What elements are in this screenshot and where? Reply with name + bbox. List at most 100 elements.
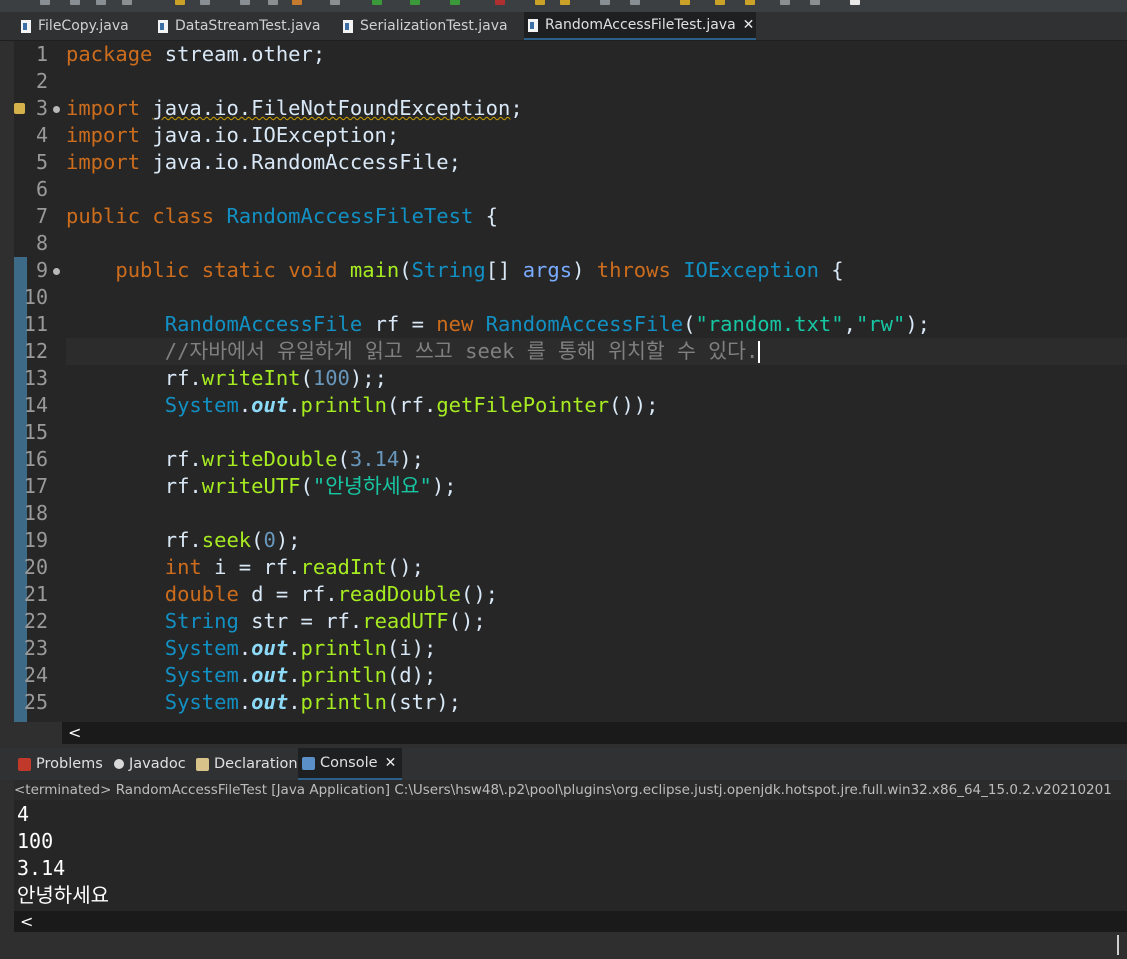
status-divider bbox=[1117, 935, 1119, 955]
java-file-icon bbox=[343, 19, 353, 33]
tab-console[interactable]: Console ✕ bbox=[298, 748, 402, 780]
toolbar-icon[interactable] bbox=[780, 0, 790, 5]
line-number: 6 bbox=[35, 177, 48, 201]
toolbar-icon[interactable] bbox=[850, 0, 860, 5]
line-number: 18 bbox=[23, 501, 48, 525]
fold-toggle-icon[interactable] bbox=[53, 268, 60, 275]
toolbar-icon[interactable] bbox=[70, 0, 80, 5]
code-editor[interactable]: 1 2 3 4 5 6 7 8 9 10 11 12 13 14 15 16 1… bbox=[0, 41, 1127, 722]
tab-serializationtest[interactable]: SerializationTest.java bbox=[339, 12, 508, 40]
toolbar-icon[interactable] bbox=[810, 0, 820, 5]
tab-filecopy[interactable]: FileCopy.java bbox=[17, 12, 129, 40]
tab-label: Javadoc bbox=[129, 756, 186, 772]
line-number: 8 bbox=[35, 231, 48, 255]
toolbar-icon[interactable] bbox=[535, 0, 545, 5]
scroll-left-arrow-icon[interactable]: < bbox=[20, 912, 33, 931]
code-line: System.out.println(i); bbox=[164, 636, 437, 660]
code-line: rf.writeDouble(3.14); bbox=[66, 447, 424, 471]
code-line: package stream.other; bbox=[66, 42, 326, 66]
toolbar-icon[interactable] bbox=[122, 0, 132, 5]
console-icon bbox=[302, 756, 315, 770]
fold-toggle-icon[interactable] bbox=[53, 106, 60, 113]
main-toolbar bbox=[0, 0, 1127, 12]
line-number: 20 bbox=[23, 555, 48, 579]
tab-randomaccessfiletest[interactable]: RandomAccessFileTest.java ✕ bbox=[524, 12, 756, 40]
toolbar-icon[interactable] bbox=[745, 0, 755, 5]
toolbar-icon[interactable] bbox=[495, 0, 505, 5]
toolbar-icon[interactable] bbox=[372, 0, 382, 5]
toolbar-icon[interactable] bbox=[410, 0, 420, 5]
toolbar-icon[interactable] bbox=[96, 0, 106, 5]
code-line: RandomAccessFile rf = new RandomAccessFi… bbox=[164, 312, 931, 336]
editor-tab-bar: FileCopy.java DataStreamTest.java Serial… bbox=[0, 12, 1127, 41]
code-line: System.out.println(rf.getFilePointer()); bbox=[164, 393, 659, 417]
toolbar-icon[interactable] bbox=[240, 0, 250, 5]
toolbar-icon[interactable] bbox=[175, 0, 185, 5]
line-number: 2 bbox=[35, 69, 48, 93]
code-line: import java.io.FileNotFoundException; bbox=[66, 96, 523, 120]
tab-datastreamtest[interactable]: DataStreamTest.java bbox=[154, 12, 320, 40]
line-number: 22 bbox=[23, 609, 48, 633]
line-number: 13 bbox=[23, 366, 48, 390]
tab-label: FileCopy.java bbox=[38, 18, 129, 34]
toolbar-icon[interactable] bbox=[560, 0, 570, 5]
tab-label: SerializationTest.java bbox=[360, 18, 508, 34]
tab-label: Problems bbox=[36, 756, 103, 772]
line-number: 7 bbox=[35, 204, 48, 228]
line-number: 12 bbox=[23, 339, 48, 363]
tab-problems[interactable]: Problems bbox=[18, 748, 103, 780]
code-line: public static void main(String[] args) t… bbox=[115, 258, 844, 282]
code-line: double d = rf.readDouble(); bbox=[164, 582, 499, 606]
code-line: import java.io.IOException; bbox=[66, 123, 400, 147]
toolbar-icon[interactable] bbox=[715, 0, 725, 5]
java-file-icon bbox=[21, 19, 31, 33]
toolbar-icon[interactable] bbox=[292, 0, 302, 5]
line-number: 17 bbox=[23, 474, 48, 498]
toolbar-icon[interactable] bbox=[330, 0, 340, 5]
line-number: 23 bbox=[23, 636, 48, 660]
editor-ruler bbox=[0, 41, 14, 722]
console-line: 안녕하세요 bbox=[17, 883, 109, 907]
code-line: rf.writeInt(100);; bbox=[66, 366, 387, 390]
status-bar bbox=[0, 932, 1127, 959]
toolbar-icon[interactable] bbox=[268, 0, 278, 5]
line-number: 16 bbox=[23, 447, 48, 471]
editor-horizontal-scrollbar[interactable]: < bbox=[62, 722, 1127, 744]
problems-icon bbox=[18, 757, 31, 771]
console-line: 3.14 bbox=[17, 856, 66, 880]
line-number: 11 bbox=[23, 312, 48, 336]
toolbar-icon[interactable] bbox=[630, 0, 640, 5]
tab-label: RandomAccessFileTest.java bbox=[545, 17, 736, 33]
scroll-left-arrow-icon[interactable]: < bbox=[68, 723, 81, 742]
java-file-icon bbox=[528, 18, 538, 32]
toolbar-icon[interactable] bbox=[450, 0, 460, 5]
line-number: 25 bbox=[23, 690, 48, 714]
declaration-icon bbox=[196, 757, 209, 771]
code-line: int i = rf.readInt(); bbox=[164, 555, 424, 579]
console-output[interactable]: 4 100 3.14 안녕하세요 bbox=[14, 800, 1127, 911]
tab-label: Console bbox=[320, 755, 378, 771]
line-number: 24 bbox=[23, 663, 48, 687]
close-icon[interactable]: ✕ bbox=[385, 755, 397, 771]
code-text-area[interactable]: package stream.other; import java.io.Fil… bbox=[66, 41, 1127, 716]
code-line: System.out.println(d); bbox=[164, 663, 437, 687]
tab-declaration[interactable]: Declaration bbox=[196, 748, 298, 780]
line-number-gutter: 1 2 3 4 5 6 7 8 9 10 11 12 13 14 15 16 1… bbox=[14, 41, 62, 716]
toolbar-icon[interactable] bbox=[680, 0, 690, 5]
warning-lightbulb-icon[interactable] bbox=[14, 103, 25, 114]
code-line: String str = rf.readUTF(); bbox=[164, 609, 486, 633]
line-number: 21 bbox=[23, 582, 48, 606]
toolbar-icon[interactable] bbox=[40, 0, 50, 5]
line-number: 3 bbox=[14, 95, 62, 122]
close-icon[interactable]: ✕ bbox=[743, 17, 755, 33]
tab-javadoc[interactable]: Javadoc bbox=[114, 748, 186, 780]
code-line: //자바에서 유일하게 읽고 쓰고 seek 를 통해 위치할 수 있다. bbox=[66, 338, 1127, 365]
toolbar-icon[interactable] bbox=[200, 0, 210, 5]
code-line: import java.io.RandomAccessFile; bbox=[66, 150, 461, 174]
console-horizontal-scrollbar[interactable]: < bbox=[14, 911, 1127, 932]
toolbar-icon[interactable] bbox=[600, 0, 610, 5]
